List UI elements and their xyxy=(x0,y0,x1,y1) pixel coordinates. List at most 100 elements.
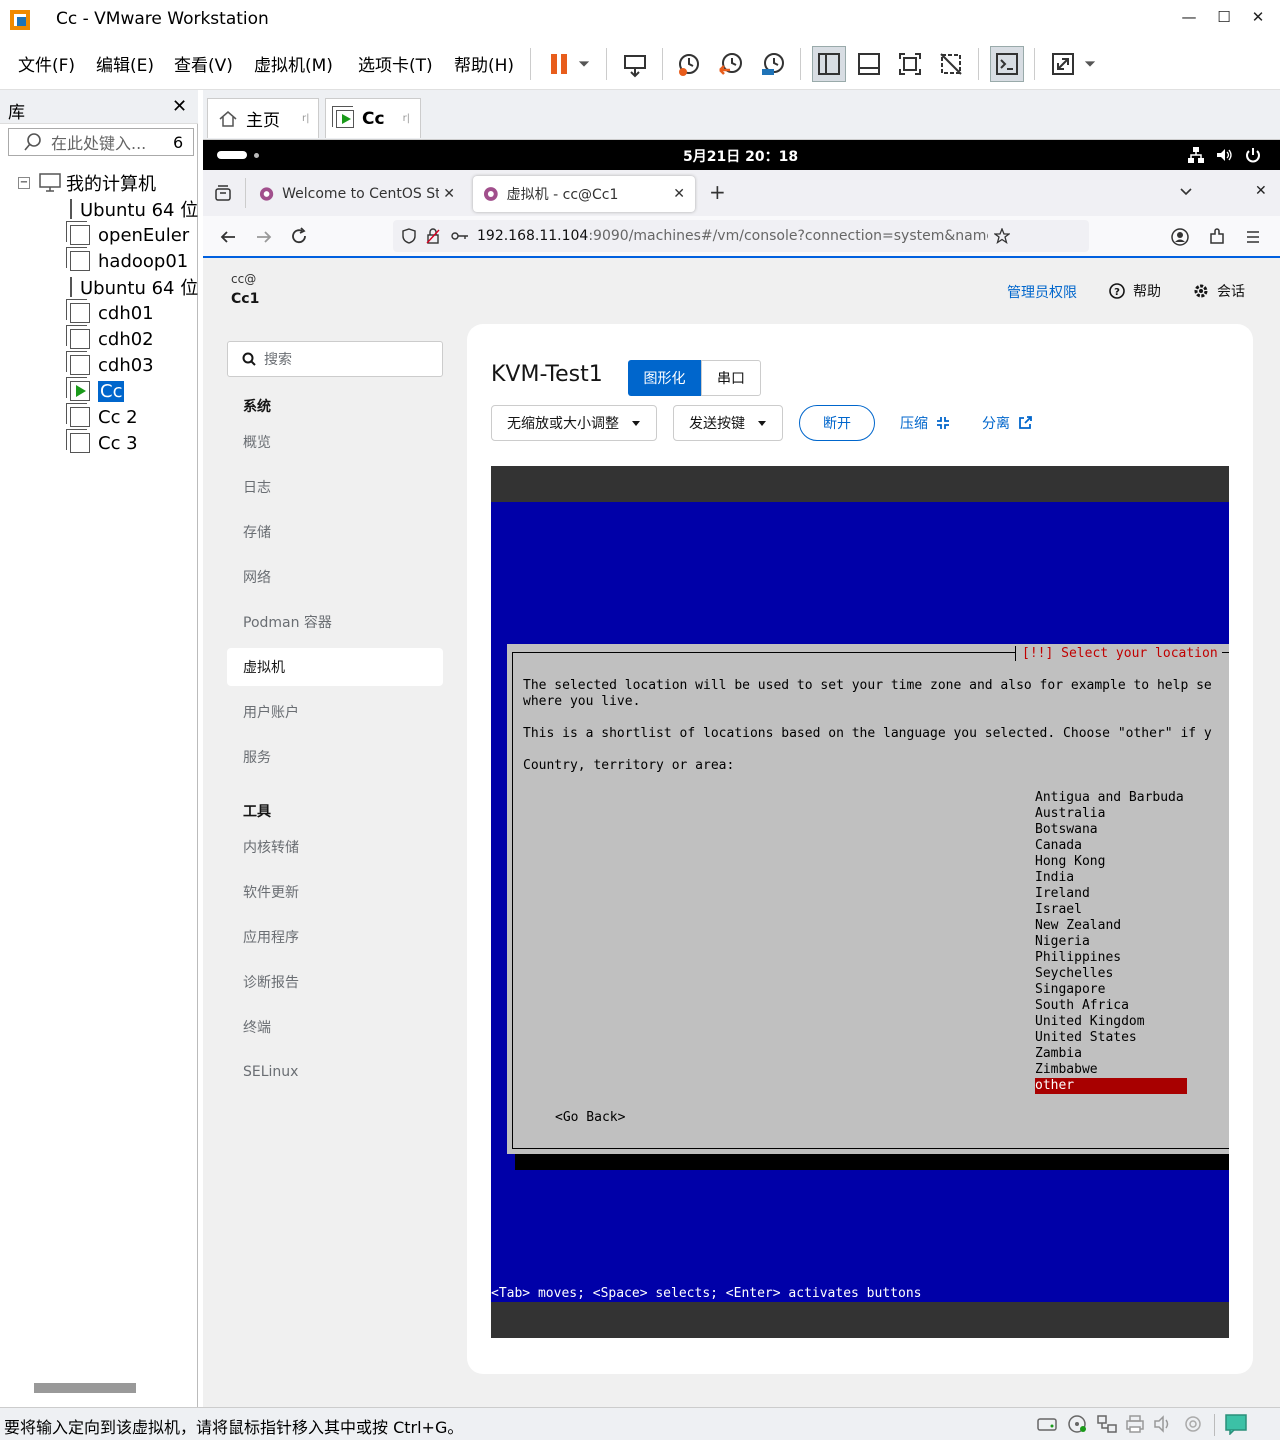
nav-item-selinux[interactable]: SELinux xyxy=(227,1053,443,1091)
network-adapter-icon[interactable] xyxy=(1096,1414,1118,1434)
nav-item-networking[interactable]: 网络 xyxy=(227,558,443,596)
nav-item-storage[interactable]: 存储 xyxy=(227,513,443,551)
location-option[interactable]: Philippines xyxy=(1035,950,1187,966)
maximize-icon[interactable]: ☐ xyxy=(1210,8,1238,30)
nav-item-terminal[interactable]: 终端 xyxy=(227,1008,443,1046)
location-option[interactable]: Canada xyxy=(1035,838,1187,854)
show-library-button[interactable] xyxy=(812,46,846,82)
close-icon[interactable]: ✕ xyxy=(1244,8,1272,30)
tree-vm-item[interactable]: cdh03 xyxy=(66,351,154,378)
tree-vm-item-selected[interactable]: Cc xyxy=(66,377,125,404)
reload-icon[interactable] xyxy=(290,227,308,245)
pause-button[interactable] xyxy=(542,46,576,82)
location-option[interactable]: Antigua and Barbuda xyxy=(1035,790,1187,806)
menu-edit[interactable]: 编辑(E) xyxy=(96,51,154,76)
location-option[interactable]: United States xyxy=(1035,1030,1187,1046)
send-ctrl-alt-del-button[interactable] xyxy=(618,46,652,82)
sound-card-icon[interactable] xyxy=(1152,1414,1174,1434)
location-option[interactable]: Australia xyxy=(1035,806,1187,822)
disconnect-button[interactable]: 断开 xyxy=(799,405,875,441)
gnome-clock[interactable]: 5月21日 20：18 xyxy=(683,146,798,166)
message-log-icon[interactable] xyxy=(1224,1413,1248,1435)
menu-view[interactable]: 查看(V) xyxy=(174,51,233,76)
stretch-button[interactable] xyxy=(1046,46,1080,82)
location-option[interactable]: Ireland xyxy=(1035,886,1187,902)
location-option[interactable]: United Kingdom xyxy=(1035,1014,1187,1030)
tree-vm-item[interactable]: Ubuntu 64 位 xyxy=(70,196,198,222)
tab-home[interactable]: 主页 r| xyxy=(207,98,319,138)
network-icon[interactable] xyxy=(1187,146,1205,164)
back-arrow-icon[interactable] xyxy=(219,228,237,246)
location-option[interactable]: Israel xyxy=(1035,902,1187,918)
toggle-serial-button[interactable]: 串口 xyxy=(701,360,761,396)
cd-dvd-icon[interactable] xyxy=(1066,1414,1088,1434)
new-tab-icon[interactable]: + xyxy=(709,180,726,204)
location-option[interactable]: Seychelles xyxy=(1035,966,1187,982)
location-option[interactable]: Hong Kong xyxy=(1035,854,1187,870)
session-menu-button[interactable]: 会话 xyxy=(1193,281,1245,301)
toggle-graphics-button[interactable]: 图形化 xyxy=(628,360,701,396)
help-menu-button[interactable]: ? 帮助 xyxy=(1109,281,1161,301)
tree-vm-item[interactable]: openEuler xyxy=(66,221,189,248)
key-icon[interactable] xyxy=(451,230,469,242)
location-option[interactable]: New Zealand xyxy=(1035,918,1187,934)
shield-icon[interactable] xyxy=(401,228,417,244)
tree-root-my-computer[interactable]: − 我的计算机 xyxy=(18,170,156,196)
location-option[interactable]: South Africa xyxy=(1035,998,1187,1014)
tree-vm-item[interactable]: hadoop01 xyxy=(66,247,188,274)
location-option[interactable]: India xyxy=(1035,870,1187,886)
power-dropdown[interactable] xyxy=(572,46,596,82)
location-option-selected[interactable]: other xyxy=(1035,1078,1187,1094)
revert-snapshot-button[interactable] xyxy=(714,46,748,82)
nav-item-updates[interactable]: 软件更新 xyxy=(227,873,443,911)
library-search-input[interactable]: 在此处键入... 6 xyxy=(8,128,194,156)
full-screen-button[interactable] xyxy=(893,46,927,82)
guest-display[interactable]: 5月21日 20：18 Welcome to CentOS Stream ✕ 虚… xyxy=(203,140,1280,1407)
nav-item-logs[interactable]: 日志 xyxy=(227,468,443,506)
console-view-button[interactable] xyxy=(990,46,1024,82)
browser-tab-welcome[interactable]: Welcome to CentOS Stream ✕ xyxy=(249,176,465,212)
snapshot-manager-button[interactable] xyxy=(756,46,790,82)
hard-disk-icon[interactable] xyxy=(1036,1414,1058,1434)
admin-access-button[interactable]: 管理员权限 xyxy=(1007,282,1077,302)
bookmark-star-icon[interactable] xyxy=(994,228,1011,244)
library-close-icon[interactable]: ✕ xyxy=(172,96,187,117)
power-icon[interactable] xyxy=(1244,146,1262,164)
nav-item-accounts[interactable]: 用户账户 xyxy=(227,693,443,731)
nav-item-virtual-machines[interactable]: 虚拟机 xyxy=(227,648,443,686)
printer-icon[interactable] xyxy=(1124,1414,1146,1434)
tree-vm-item[interactable]: cdh02 xyxy=(66,325,154,352)
hamburger-menu-icon[interactable] xyxy=(1244,228,1262,246)
send-keys-dropdown[interactable]: 发送按键 xyxy=(673,405,783,441)
tree-vm-item[interactable]: Ubuntu 64 位 xyxy=(70,274,198,300)
browser-tab-close-icon[interactable]: ✕ xyxy=(443,186,455,202)
account-icon[interactable] xyxy=(1171,228,1189,246)
compress-button[interactable]: 压缩 xyxy=(897,405,953,441)
menu-tabs[interactable]: 选项卡(T) xyxy=(358,51,433,76)
nav-item-services[interactable]: 服务 xyxy=(227,738,443,776)
list-tabs-chevron-icon[interactable] xyxy=(1179,187,1193,197)
location-option[interactable]: Singapore xyxy=(1035,982,1187,998)
browser-tab-close-icon[interactable]: ✕ xyxy=(673,186,685,202)
unity-button[interactable] xyxy=(934,46,968,82)
tree-vm-item[interactable]: Cc 2 xyxy=(66,403,138,430)
window-close-icon[interactable]: ✕ xyxy=(1255,183,1267,199)
scale-select[interactable]: 无缩放或大小调整 xyxy=(491,405,657,441)
usb-icon[interactable] xyxy=(1182,1414,1204,1434)
menu-vm[interactable]: 虚拟机(M) xyxy=(254,51,333,76)
collapse-icon[interactable]: − xyxy=(18,177,30,189)
tab-close-icon[interactable]: r| xyxy=(403,113,410,124)
library-scrollbar[interactable] xyxy=(34,1383,136,1393)
menu-file[interactable]: 文件(F) xyxy=(18,51,75,76)
tree-vm-item[interactable]: Cc 3 xyxy=(66,429,138,456)
detach-button[interactable]: 分离 xyxy=(979,405,1035,441)
location-option[interactable]: Botswana xyxy=(1035,822,1187,838)
location-option[interactable]: Zambia xyxy=(1035,1046,1187,1062)
forward-arrow-icon[interactable] xyxy=(255,228,273,246)
tab-overview-icon[interactable] xyxy=(215,185,231,201)
extensions-icon[interactable] xyxy=(1208,228,1226,246)
go-back-button[interactable]: <Go Back> xyxy=(555,1110,625,1125)
vnc-console[interactable]: [!!] Select your location The selected l… xyxy=(491,466,1229,1338)
location-option[interactable]: Nigeria xyxy=(1035,934,1187,950)
nav-item-kdump[interactable]: 内核转储 xyxy=(227,828,443,866)
